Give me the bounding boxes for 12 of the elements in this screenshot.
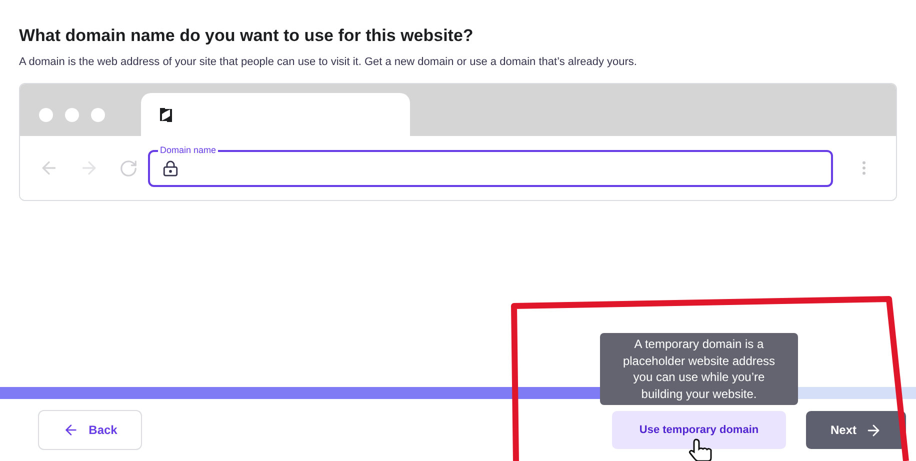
next-button[interactable]: Next: [806, 411, 906, 449]
lock-icon: [162, 160, 179, 176]
left-arrow-icon: [62, 422, 79, 438]
field-label: Domain name: [158, 144, 218, 156]
tooltip: A temporary domain is a placeholder website address you can use while you’re building your website.: [600, 333, 798, 405]
page-heading: What domain name do you want to use for this website?: [19, 25, 474, 47]
back-button[interactable]: Back: [38, 410, 142, 450]
reload-icon[interactable]: [119, 158, 138, 178]
temporary-domain-button[interactable]: Use temporary domain: [612, 411, 786, 449]
logo-icon: [158, 106, 174, 122]
browser-tab[interactable]: [141, 93, 410, 136]
description-text: A domain is the web address of your site that people can use to visit it. Get a new domain or use a domain that’s already yours.: [19, 55, 638, 69]
